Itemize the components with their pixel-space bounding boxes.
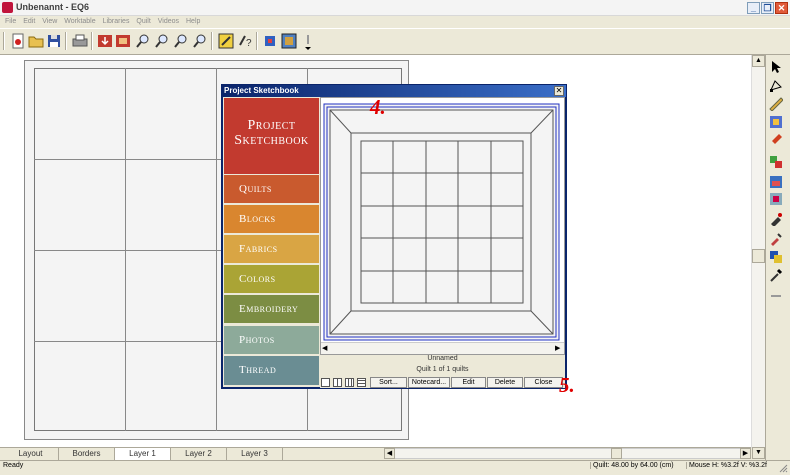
tab-borders[interactable]: Borders xyxy=(59,448,115,460)
menu-libraries[interactable]: Libraries xyxy=(103,16,130,28)
toolbar-overflow-icon[interactable] xyxy=(303,33,313,50)
title-bar xyxy=(0,0,790,16)
paint-brush-icon[interactable] xyxy=(769,133,783,147)
dialog-title: Project Sketchbook xyxy=(222,85,566,97)
zoom-in-icon[interactable] xyxy=(135,33,151,49)
preview-scrollbar[interactable] xyxy=(321,342,564,354)
annotation-5: 5. xyxy=(559,373,575,397)
sketchbook-banner: Project Sketchbook xyxy=(224,98,319,174)
scroll-right-button[interactable]: ▶ xyxy=(740,448,751,459)
toolbar-separator xyxy=(91,32,93,50)
dropper-tool-icon[interactable] xyxy=(769,268,783,282)
view-single-icon[interactable] xyxy=(321,378,330,387)
toolbar-separator xyxy=(256,32,258,50)
view-sketchbook-icon[interactable] xyxy=(115,33,131,49)
save-disk-icon[interactable] xyxy=(46,33,62,49)
fabric-paintbrush-icon[interactable] xyxy=(769,115,783,129)
notecard-button[interactable]: Notecard... xyxy=(408,377,450,388)
print-icon[interactable] xyxy=(72,33,88,49)
toolbar-overflow-icon[interactable] xyxy=(769,290,783,300)
horizontal-scroll-thumb[interactable] xyxy=(611,448,622,459)
new-project-icon[interactable] xyxy=(10,33,26,49)
block-grid-icon[interactable] xyxy=(281,33,297,49)
tab-layout[interactable]: Layout xyxy=(3,448,59,460)
spray-icon[interactable] xyxy=(769,212,783,227)
vertical-scroll-thumb[interactable] xyxy=(752,249,765,263)
preview-scroll-left[interactable]: ◀ xyxy=(322,344,327,352)
color-replace-icon[interactable] xyxy=(769,250,783,264)
horizontal-scrollbar[interactable] xyxy=(384,448,751,459)
toolbar-grip xyxy=(3,32,5,50)
close-button[interactable]: ✕ xyxy=(775,2,788,14)
status-text: Ready xyxy=(3,462,24,469)
category-thread[interactable]: Thread xyxy=(224,356,319,386)
view-grid-small-icon[interactable] xyxy=(333,378,342,387)
quilt-thumbnail[interactable] xyxy=(321,98,564,343)
category-blocks[interactable]: Blocks xyxy=(224,205,319,234)
menu-bar: File Edit View Worktable Libraries Quilt… xyxy=(0,16,790,28)
menu-file[interactable]: File xyxy=(5,16,16,28)
shape-edit-icon[interactable] xyxy=(769,79,783,93)
eyedropper-icon[interactable] xyxy=(769,232,783,246)
menu-worktable[interactable]: Worktable xyxy=(64,16,95,28)
menu-edit[interactable]: Edit xyxy=(23,16,35,28)
menu-view[interactable]: View xyxy=(42,16,57,28)
category-fabrics[interactable]: Fabrics xyxy=(224,235,319,264)
tab-layer-1[interactable]: Layer 1 xyxy=(115,448,171,460)
pick-arrow-icon[interactable] xyxy=(769,60,783,74)
add-to-sketchbook-icon[interactable] xyxy=(97,33,113,49)
menu-help[interactable]: Help xyxy=(186,16,200,28)
sketchbook-item-count: Quilt 1 of 1 quilts xyxy=(416,366,469,373)
restore-button[interactable]: ❐ xyxy=(761,2,774,14)
color-fill-icon[interactable] xyxy=(769,175,783,189)
edit-button[interactable]: Edit xyxy=(451,377,486,388)
annotation-4: 4. xyxy=(370,95,386,119)
swap-colors-icon[interactable] xyxy=(769,155,783,169)
block-color-icon[interactable] xyxy=(769,192,783,206)
fabric-swatch-icon[interactable] xyxy=(262,33,278,49)
view-grid-medium-icon[interactable] xyxy=(345,378,354,387)
open-folder-icon[interactable] xyxy=(28,33,44,49)
scroll-left-button[interactable]: ◀ xyxy=(384,448,395,459)
sketchbook-item-name: Unnamed xyxy=(427,355,458,362)
view-grid-large-icon[interactable] xyxy=(357,378,366,387)
scroll-up-button[interactable]: ▲ xyxy=(752,55,765,67)
help-icon[interactable]: ? xyxy=(237,33,253,49)
delete-button[interactable]: Delete xyxy=(487,377,523,388)
sort-button[interactable]: Sort... xyxy=(370,377,407,388)
toolbar-separator xyxy=(211,32,213,50)
window-title: Unbenannt - EQ6 xyxy=(16,2,90,12)
app-icon[interactable] xyxy=(2,2,13,13)
zoom-out-icon[interactable] xyxy=(154,33,170,49)
menu-quilt[interactable]: Quilt xyxy=(136,16,150,28)
resize-grip-icon[interactable] xyxy=(778,463,788,473)
zoom-refresh-icon[interactable] xyxy=(192,33,208,49)
menu-videos[interactable]: Videos xyxy=(158,16,179,28)
category-quilts[interactable]: Quilts xyxy=(224,175,319,204)
preview-scroll-right[interactable]: ▶ xyxy=(555,344,560,352)
mouse-position-readout: Mouse H: %3.2f V: %3.2f xyxy=(686,462,767,469)
banner-line-1: Project xyxy=(247,118,296,133)
scroll-down-button[interactable]: ▼ xyxy=(752,447,765,459)
tab-layer-2[interactable]: Layer 2 xyxy=(171,448,227,460)
dialog-close-button[interactable]: ✕ xyxy=(554,86,564,96)
category-photos[interactable]: Photos xyxy=(224,326,319,355)
ruler-icon[interactable] xyxy=(769,97,784,112)
category-colors[interactable]: Colors xyxy=(224,265,319,294)
quilt-size-readout: Quilt: 48.00 by 64.00 (cm) xyxy=(590,462,674,469)
toolbar-separator xyxy=(65,32,67,50)
banner-line-2: Sketchbook xyxy=(234,133,309,148)
close-dialog-button[interactable]: Close xyxy=(524,377,563,388)
svg-text:?: ? xyxy=(246,38,252,49)
sketchbook-preview-pane[interactable] xyxy=(320,97,565,355)
tab-layer-3[interactable]: Layer 3 xyxy=(227,448,283,460)
category-embroidery[interactable]: Embroidery xyxy=(224,295,319,324)
pencil-tool-icon[interactable] xyxy=(218,33,234,49)
minimize-button[interactable]: _ xyxy=(747,2,760,14)
zoom-fit-icon[interactable] xyxy=(173,33,189,49)
